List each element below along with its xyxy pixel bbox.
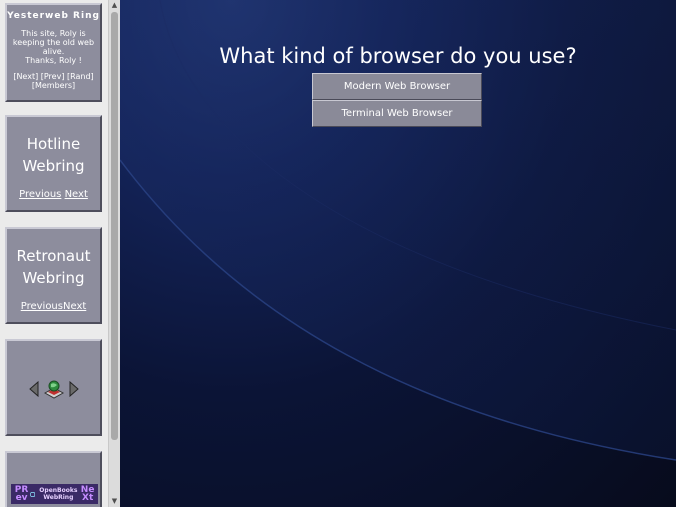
- hotline-webring-widget: Hotline Webring Previous Next: [5, 115, 102, 212]
- hotline-previous-link[interactable]: Previous: [19, 189, 61, 200]
- openbooks-logo: OpenBooks WebRing: [30, 487, 79, 501]
- hotline-links: Previous Next: [7, 189, 100, 200]
- retronaut-next-link[interactable]: Next: [63, 301, 86, 312]
- openbooks-prev-link[interactable]: PR ev: [13, 486, 30, 503]
- webring-sidebar: Yesterweb Ring This site, Roly is keepin…: [0, 0, 108, 507]
- retronaut-title: Retronaut Webring: [16, 247, 91, 287]
- retronaut-links: PreviousNext: [7, 301, 100, 312]
- retronaut-webring-widget: Retronaut Webring PreviousNext: [5, 227, 102, 324]
- openbooks-next-link[interactable]: Ne Xt: [79, 486, 96, 503]
- left-arrow-icon[interactable]: [28, 381, 39, 397]
- right-arrow-icon[interactable]: [69, 381, 79, 397]
- hotline-next-link[interactable]: Next: [65, 189, 88, 200]
- book-icon: [30, 491, 36, 497]
- yesterweb-text: This site, Roly is keeping the old web a…: [12, 29, 95, 56]
- openbooks-webring-widget: PR ev OpenBooks WebRing Ne Xt: [5, 451, 102, 507]
- yesterweb-nav-links[interactable]: [Next] [Prev] [Rand] [Members]: [7, 72, 100, 90]
- globe-computer-icon[interactable]: [43, 379, 65, 399]
- modern-browser-button[interactable]: Modern Web Browser: [312, 73, 482, 100]
- openbooks-badge: PR ev OpenBooks WebRing Ne Xt: [11, 484, 98, 504]
- sidebar-scrollbar[interactable]: ▲ ▼: [108, 0, 120, 507]
- yesterweb-title: Yesterweb Ring: [7, 11, 100, 21]
- openbooks-name: OpenBooks WebRing: [39, 487, 78, 501]
- hotline-title: Hotline Webring: [22, 135, 85, 175]
- yesterweb-ring-widget: Yesterweb Ring This site, Roly is keepin…: [5, 3, 102, 102]
- scroll-up-icon[interactable]: ▲: [111, 1, 118, 9]
- scrollbar-thumb[interactable]: [111, 12, 118, 440]
- yesterweb-thanks: Thanks, Roly !: [25, 56, 82, 65]
- terminal-browser-button[interactable]: Terminal Web Browser: [312, 100, 482, 127]
- page-question: What kind of browser do you use?: [219, 44, 577, 68]
- scroll-down-icon[interactable]: ▼: [111, 497, 118, 505]
- icon-webring-widget: [5, 339, 102, 436]
- retronaut-previous-link[interactable]: Previous: [21, 301, 63, 312]
- main-content: What kind of browser do you use? Modern …: [120, 0, 676, 507]
